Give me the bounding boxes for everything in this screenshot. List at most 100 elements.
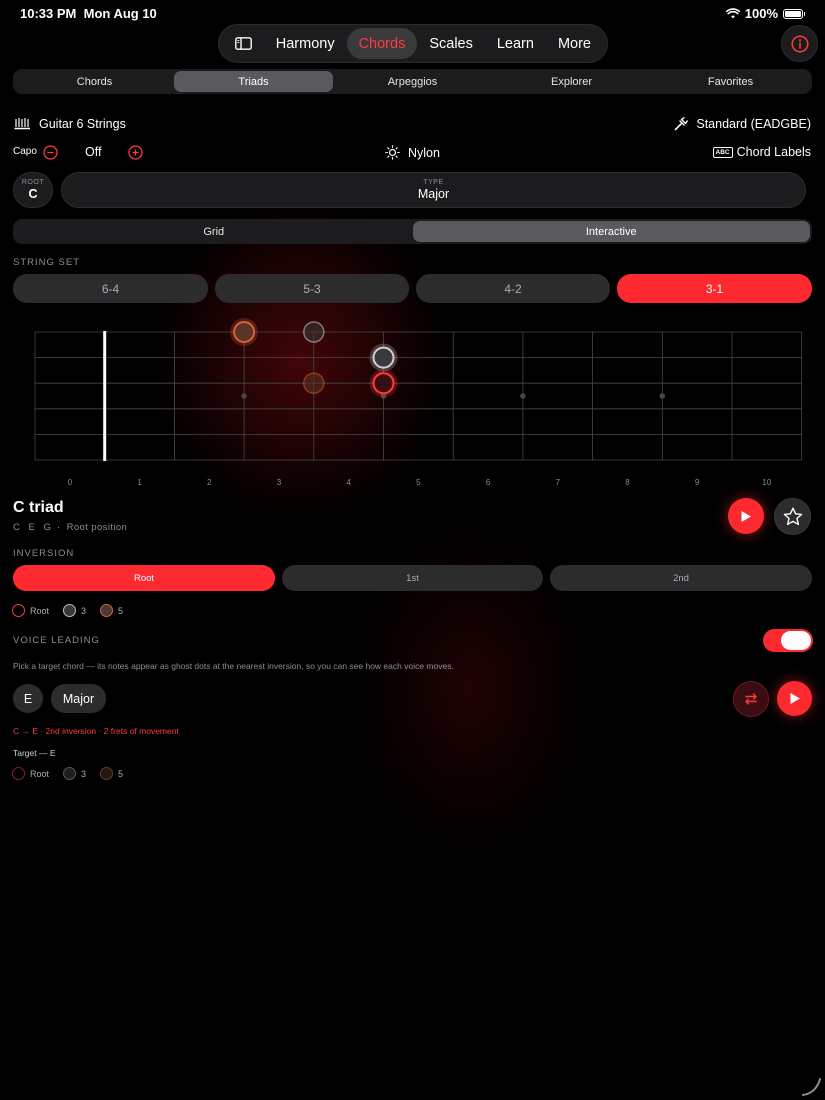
play-icon [790, 693, 800, 704]
fifth-ghost-dot-icon [100, 767, 114, 780]
sun-icon [385, 145, 400, 160]
note-dot[interactable] [303, 372, 325, 394]
fret-number: 3 [277, 478, 282, 485]
voice-leading-description: Pick a target chord — its notes appear a… [13, 661, 454, 671]
capo-increment-button[interactable] [128, 145, 143, 165]
chord-subtitle-separator: · [56, 522, 61, 533]
voice-leading-summary: C → E · 2nd inversion · 2 frets of movem… [13, 726, 179, 736]
sub-tabs: Chords Triads Arpeggios Explorer Favorit… [13, 69, 812, 94]
target-legend-fifth-label: 5 [118, 768, 124, 779]
subtab-favorites[interactable]: Favorites [651, 71, 810, 92]
fretboard-note-3-ghost[interactable] [303, 321, 325, 343]
chord-position: Root position [66, 522, 128, 533]
toggle-knob [781, 631, 811, 650]
sidebar-toggle-button[interactable] [223, 28, 264, 59]
target-legend: Root 3 5 [12, 767, 123, 780]
voice-leading-label: VOICE LEADING [13, 635, 100, 646]
chord-labels-toggle[interactable]: ABC Chord Labels [712, 145, 811, 159]
string-set-3-1[interactable]: 3-1 [617, 274, 812, 303]
fret-numbers: 0 1 2 3 4 5 6 7 8 9 10 [68, 478, 772, 485]
wifi-icon [725, 8, 740, 19]
instrument-selector[interactable]: Guitar 6 Strings [14, 117, 126, 131]
legend-third-label: 3 [81, 605, 87, 616]
third-ghost-dot-icon [63, 767, 77, 780]
play-voice-leading-button[interactable] [777, 681, 812, 716]
nav-tab-harmony[interactable]: Harmony [264, 28, 347, 59]
info-button[interactable] [781, 25, 818, 62]
string-set-5-3[interactable]: 5-3 [215, 274, 409, 303]
target-root-button[interactable]: E [13, 684, 43, 713]
note-dot[interactable] [372, 372, 395, 395]
chord-notes: C E G [13, 522, 54, 533]
inversion-2nd[interactable]: 2nd [550, 565, 812, 591]
target-legend-third: 3 [63, 767, 86, 780]
root-ghost-dot-icon [12, 767, 25, 780]
voice-leading-toggle[interactable] [763, 629, 813, 652]
view-mode-interactive[interactable]: Interactive [412, 221, 810, 242]
info-icon [790, 34, 809, 53]
instrument-label: Guitar 6 Strings [39, 117, 126, 131]
fret-number: 0 [68, 478, 73, 485]
fretboard-note-root[interactable] [369, 369, 398, 398]
fret-number: 4 [346, 478, 351, 485]
string-type-label: Nylon [408, 145, 440, 160]
status-time: 10:33 PM Mon Aug 10 [20, 6, 157, 21]
string-type-selector[interactable]: Nylon [385, 145, 440, 160]
nav-tab-chords[interactable]: Chords [346, 28, 418, 59]
capo-decrement-button[interactable] [43, 145, 58, 165]
fretboard-note-5-ghost[interactable] [303, 372, 325, 394]
legend-fifth: 5 [100, 604, 123, 617]
inversion-root[interactable]: Root [13, 565, 275, 591]
inversion-1st[interactable]: 1st [282, 565, 543, 591]
note-dot[interactable] [372, 346, 395, 369]
tuning-fork-icon [675, 117, 689, 131]
legend-fifth-label: 5 [118, 605, 124, 616]
status-clock: 10:33 PM [20, 6, 77, 21]
battery-percent: 100% [744, 6, 778, 21]
battery-icon [783, 8, 805, 19]
legend-root-label: Root [30, 605, 50, 616]
fret-inlay-dot [520, 393, 526, 399]
tuning-selector[interactable]: Standard (EADGBE) [674, 117, 811, 131]
subtab-arpeggios[interactable]: Arpeggios [333, 71, 492, 92]
note-dot[interactable] [303, 321, 325, 343]
root-selector[interactable]: ROOT C [13, 172, 53, 208]
note-dot[interactable] [233, 321, 256, 343]
star-icon [783, 507, 802, 526]
play-chord-button[interactable] [728, 498, 764, 534]
sidebar-icon [234, 37, 252, 50]
resize-handle-icon[interactable] [800, 1075, 822, 1097]
fret-number: 7 [556, 478, 561, 485]
subtab-explorer[interactable]: Explorer [492, 71, 651, 92]
favorite-button[interactable] [774, 498, 811, 535]
fifth-dot-icon [100, 604, 114, 617]
target-legend-third-label: 3 [81, 768, 87, 779]
target-label: Target — E [13, 748, 56, 758]
string-set-4-2[interactable]: 4-2 [416, 274, 610, 303]
nav-tab-scales[interactable]: Scales [417, 28, 485, 59]
type-value: Major [417, 187, 450, 201]
fret-number: 8 [625, 478, 630, 485]
fretboard-note-3[interactable] [369, 343, 398, 372]
swap-chords-button[interactable] [733, 681, 769, 717]
type-label: TYPE [423, 179, 444, 186]
string-set-6-4[interactable]: 6-4 [13, 274, 208, 303]
root-label: ROOT [21, 179, 45, 186]
background-glow [0, 0, 825, 1100]
subtab-triads[interactable]: Triads [174, 71, 333, 92]
fret-number: 9 [695, 478, 700, 485]
status-indicators: 100% [725, 6, 805, 21]
target-type-button[interactable]: Major [51, 684, 106, 713]
nav-tab-more[interactable]: More [546, 28, 603, 59]
legend-root: Root [12, 604, 49, 617]
fretboard-note-5[interactable] [230, 318, 259, 346]
nav-tab-learn[interactable]: Learn [485, 28, 546, 59]
view-mode-grid[interactable]: Grid [15, 221, 413, 242]
legend-third: 3 [63, 604, 86, 617]
tuning-label: Standard (EADGBE) [696, 117, 811, 131]
subtab-chords[interactable]: Chords [15, 71, 174, 92]
type-selector[interactable]: TYPE Major [61, 172, 806, 208]
view-mode-control: Grid Interactive [13, 219, 812, 244]
fret-inlay-dot [241, 393, 247, 399]
fretboard[interactable]: 0 1 2 3 4 5 6 7 8 9 10 [0, 310, 825, 485]
